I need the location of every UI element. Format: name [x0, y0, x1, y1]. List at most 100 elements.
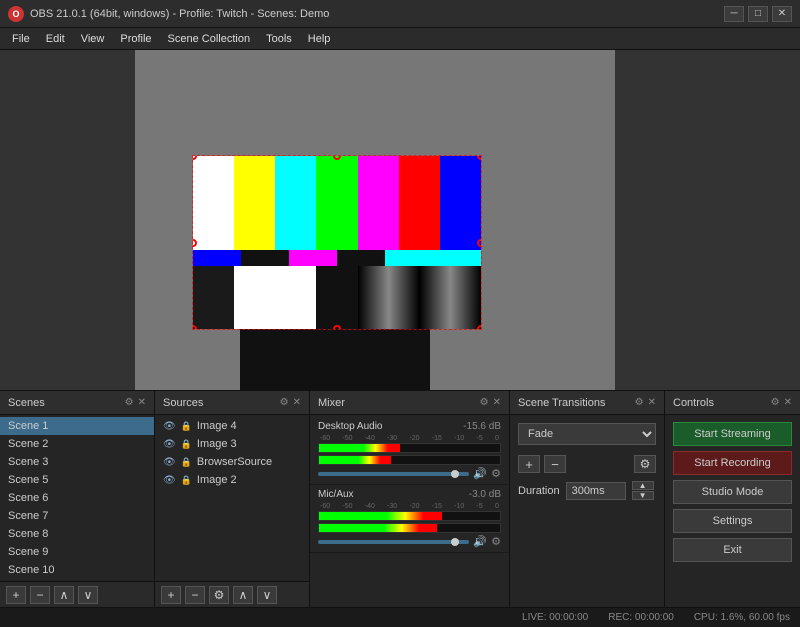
mic-aux-slider[interactable]	[318, 540, 469, 544]
mic-aux-fill2	[319, 524, 437, 532]
bar-yellow	[234, 156, 275, 250]
lock-icon[interactable]: 🔒	[181, 457, 192, 468]
exit-button[interactable]: Exit	[673, 538, 792, 562]
minimize-button[interactable]: ─	[724, 6, 744, 22]
sources-close-icon[interactable]: ✕	[293, 397, 301, 408]
desktop-audio-name: Desktop Audio	[318, 421, 383, 432]
start-recording-button[interactable]: Start Recording	[673, 451, 792, 475]
eye-icon[interactable]: 👁	[163, 421, 176, 432]
preview-canvas[interactable]	[0, 50, 800, 390]
transition-remove-button[interactable]: −	[544, 455, 566, 473]
source-item-image4[interactable]: 👁 🔒 Image 4	[155, 417, 309, 435]
sources-settings-button[interactable]: ⚙	[209, 586, 229, 604]
scenes-remove-button[interactable]: −	[30, 586, 50, 604]
scene-item-1[interactable]: Scene 1	[0, 417, 154, 435]
settings-button[interactable]: Settings	[673, 509, 792, 533]
mic-aux-db: -3.0 dB	[469, 489, 501, 500]
source-item-browser[interactable]: 👁 🔒 BrowserSource	[155, 453, 309, 471]
scene-item-9[interactable]: Scene 9	[0, 543, 154, 561]
duration-input[interactable]	[566, 482, 626, 500]
scenes-up-button[interactable]: ∧	[54, 586, 74, 604]
source-item-image3[interactable]: 👁 🔒 Image 3	[155, 435, 309, 453]
controls-config-icon[interactable]: ⚙	[771, 397, 780, 408]
menu-view[interactable]: View	[73, 31, 113, 47]
mic-aux-mute-icon[interactable]: 🔊	[473, 535, 487, 548]
duration-increment-button[interactable]: ▲	[632, 481, 654, 490]
scene-item-8[interactable]: Scene 8	[0, 525, 154, 543]
mic-aux-level2	[318, 523, 501, 533]
handle-mr[interactable]	[477, 239, 482, 247]
scene-item-7[interactable]: Scene 7	[0, 507, 154, 525]
bar-white2	[234, 266, 316, 329]
desktop-audio-mute-icon[interactable]: 🔊	[473, 467, 487, 480]
maximize-button[interactable]: □	[748, 6, 768, 22]
scene-item-5[interactable]: Scene 5	[0, 471, 154, 489]
obs-icon: O	[8, 6, 24, 22]
live-status: LIVE: 00:00:00	[522, 612, 588, 623]
scenes-config-icon[interactable]: ⚙	[125, 397, 134, 408]
controls-content: Start Streaming Start Recording Studio M…	[665, 415, 800, 607]
menu-help[interactable]: Help	[300, 31, 339, 47]
lock-icon[interactable]: 🔒	[181, 439, 192, 450]
title-controls: ─ □ ✕	[724, 6, 792, 22]
scenes-close-icon[interactable]: ✕	[138, 397, 146, 408]
bar-near-black	[193, 266, 234, 329]
controls-close-icon[interactable]: ✕	[784, 397, 792, 408]
source-item-image2[interactable]: 👁 🔒 Image 2	[155, 471, 309, 489]
scenes-down-button[interactable]: ∨	[78, 586, 98, 604]
scene-item-2[interactable]: Scene 2	[0, 435, 154, 453]
mixer-panel: Mixer ⚙ ✕ Desktop Audio -15.6 dB -60-50-…	[310, 391, 510, 607]
transition-add-button[interactable]: +	[518, 455, 540, 473]
handle-bl[interactable]	[192, 325, 197, 330]
mixer-close-icon[interactable]: ✕	[493, 397, 501, 408]
mic-aux-fill	[319, 512, 442, 520]
transitions-config-icon[interactable]: ⚙	[635, 397, 644, 408]
handle-tr[interactable]	[477, 155, 482, 160]
desktop-audio-volume-row: 🔊 ⚙	[318, 467, 501, 480]
menu-file[interactable]: File	[4, 31, 38, 47]
scenes-toolbar: + − ∧ ∨	[0, 581, 154, 607]
title-text: OBS 21.0.1 (64bit, windows) - Profile: T…	[30, 8, 329, 20]
transition-gear-button[interactable]: ⚙	[634, 455, 656, 473]
eye-icon[interactable]: 👁	[163, 457, 176, 468]
menubar: File Edit View Profile Scene Collection …	[0, 28, 800, 50]
lock-icon[interactable]: 🔒	[181, 421, 192, 432]
desktop-audio-settings-icon[interactable]: ⚙	[491, 467, 501, 480]
transitions-close-icon[interactable]: ✕	[648, 397, 656, 408]
close-button[interactable]: ✕	[772, 6, 792, 22]
scenes-panel: Scenes ⚙ ✕ Scene 1 Scene 2 Scene 3 Scene…	[0, 391, 155, 607]
scene-item-10[interactable]: Scene 10	[0, 561, 154, 579]
sources-config-icon[interactable]: ⚙	[280, 397, 289, 408]
sources-down-button[interactable]: ∨	[257, 586, 277, 604]
scene-item-6[interactable]: Scene 6	[0, 489, 154, 507]
bar-black2	[337, 250, 385, 266]
menu-profile[interactable]: Profile	[112, 31, 159, 47]
scenes-add-button[interactable]: +	[6, 586, 26, 604]
mic-aux-scale: -60-50-40-30-20-15-10-50	[318, 503, 501, 510]
mixer-config-icon[interactable]: ⚙	[480, 397, 489, 408]
menu-scene-collection[interactable]: Scene Collection	[160, 31, 259, 47]
lock-icon[interactable]: 🔒	[181, 475, 192, 486]
bar-black1	[241, 250, 289, 266]
mic-aux-settings-icon[interactable]: ⚙	[491, 535, 501, 548]
desktop-audio-slider[interactable]	[318, 472, 469, 476]
eye-icon[interactable]: 👁	[163, 475, 176, 486]
color-bars-source[interactable]	[192, 155, 482, 330]
studio-mode-button[interactable]: Studio Mode	[673, 480, 792, 504]
handle-bm[interactable]	[333, 325, 341, 330]
scene-item-3[interactable]: Scene 3	[0, 453, 154, 471]
controls-panel-icons: ⚙ ✕	[771, 397, 792, 408]
source-name: Image 3	[197, 438, 237, 450]
sources-up-button[interactable]: ∧	[233, 586, 253, 604]
eye-icon[interactable]: 👁	[163, 439, 176, 450]
handle-br[interactable]	[477, 325, 482, 330]
transition-type-select[interactable]: Fade Cut Swipe Slide	[518, 423, 656, 445]
menu-tools[interactable]: Tools	[258, 31, 300, 47]
menu-edit[interactable]: Edit	[38, 31, 73, 47]
bar-red	[399, 156, 440, 250]
duration-decrement-button[interactable]: ▼	[632, 491, 654, 500]
bar-magenta2	[289, 250, 337, 266]
sources-add-button[interactable]: +	[161, 586, 181, 604]
start-streaming-button[interactable]: Start Streaming	[673, 422, 792, 446]
sources-remove-button[interactable]: −	[185, 586, 205, 604]
